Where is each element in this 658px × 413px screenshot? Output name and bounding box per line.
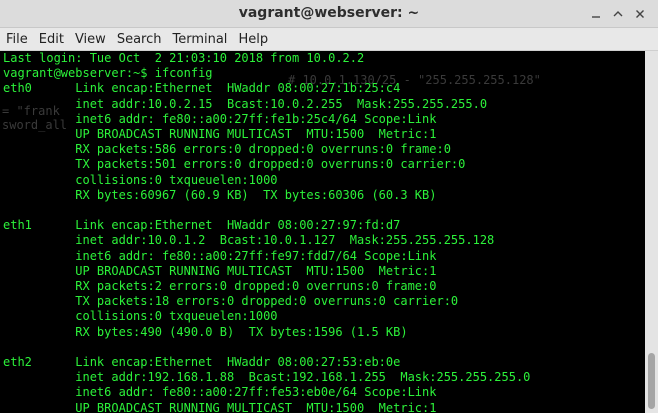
menu-bar: File Edit View Search Terminal Help [0,28,658,51]
terminal-line: TX packets:18 errors:0 dropped:0 overrun… [3,294,459,309]
menu-terminal[interactable]: Terminal [166,32,232,47]
menu-search[interactable]: Search [111,32,167,47]
terminal-line: inet6 addr: fe80::a00:27ff:fe1b:25c4/64 … [3,111,437,126]
menu-file[interactable]: File [0,32,33,47]
terminal-line: eth1 Link encap:Ethernet HWaddr 08:00:27… [3,218,401,233]
terminal-line: eth2 Link encap:Ethernet HWaddr 08:00:27… [3,355,401,370]
terminal-line: RX bytes:60967 (60.9 KB) TX bytes:60306 … [3,187,437,202]
terminal-line: Last login: Tue Oct 2 21:03:10 2018 from… [3,51,365,65]
terminal-line: UP BROADCAST RUNNING MULTICAST MTU:1500 … [3,263,437,278]
terminal-output[interactable]: # 10.0.1.130/25 - "255.255.255.128" = "f… [0,51,645,413]
terminal-line: eth0 Link encap:Ethernet HWaddr 08:00:27… [3,81,401,96]
vertical-scrollbar[interactable] [645,51,658,413]
terminal-line: TX packets:501 errors:0 dropped:0 overru… [3,157,466,172]
terminal-line: inet6 addr: fe80::a00:27ff:fe97:fdd7/64 … [3,248,437,263]
terminal-line: inet addr:10.0.1.2 Bcast:10.0.1.127 Mask… [3,233,495,248]
minimize-icon[interactable] [588,6,604,22]
terminal-line: RX packets:586 errors:0 dropped:0 overru… [3,142,451,157]
maximize-icon[interactable] [610,6,626,22]
terminal-line: UP BROADCAST RUNNING MULTICAST MTU:1500 … [3,400,437,413]
window-title: vagrant@webserver: ~ [238,5,420,21]
terminal-line: inet addr:10.0.2.15 Bcast:10.0.2.255 Mas… [3,96,488,111]
scrollbar-thumb[interactable] [648,353,655,409]
terminal-line: UP BROADCAST RUNNING MULTICAST MTU:1500 … [3,127,437,142]
title-bar[interactable]: vagrant@webserver: ~ [0,0,658,28]
terminal-line: inet addr:192.168.1.88 Bcast:192.168.1.2… [3,370,531,385]
close-icon[interactable] [632,6,648,22]
terminal-line: inet6 addr: fe80::a00:27ff:fe53:eb0e/64 … [3,385,437,400]
terminal-line: collisions:0 txqueuelen:1000 [3,309,278,324]
menu-help[interactable]: Help [232,32,273,47]
menu-view[interactable]: View [69,32,111,47]
terminal-line: RX bytes:490 (490.0 B) TX bytes:1596 (1.… [3,324,408,339]
terminal-lines: Last login: Tue Oct 2 21:03:10 2018 from… [3,51,530,413]
menu-edit[interactable]: Edit [33,32,69,47]
terminal-line: vagrant@webserver:~$ ifconfig [3,66,213,81]
terminal-line: collisions:0 txqueuelen:1000 [3,172,278,187]
terminal-line: RX packets:2 errors:0 dropped:0 overruns… [3,279,437,294]
